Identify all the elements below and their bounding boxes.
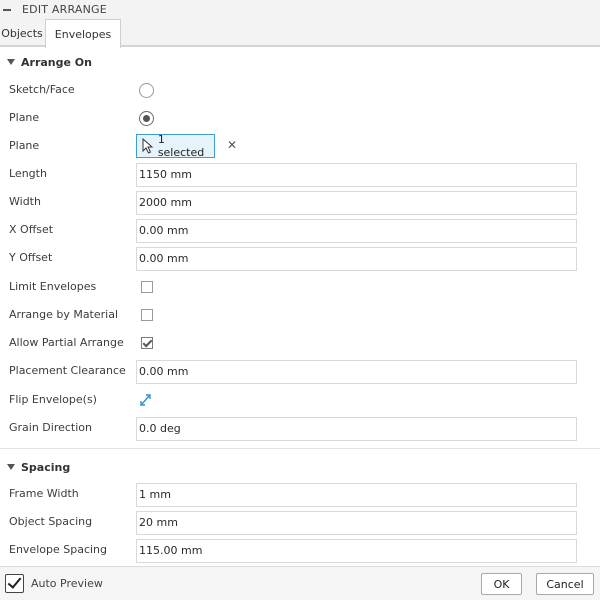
row-y-offset: Y Offset 0.00 mm bbox=[0, 244, 600, 272]
section-title: Arrange On bbox=[21, 55, 92, 69]
row-flip-envelopes: Flip Envelope(s) bbox=[0, 386, 600, 414]
row-arrange-by-material: Arrange by Material bbox=[0, 301, 600, 329]
plane-radio-label: Plane bbox=[9, 111, 40, 124]
frame-width-label: Frame Width bbox=[9, 487, 79, 500]
plane-select-label: Plane bbox=[9, 139, 40, 152]
section-divider bbox=[0, 448, 600, 449]
frame-width-input[interactable]: 1 mm bbox=[136, 483, 577, 507]
cursor-arrow-icon bbox=[142, 138, 156, 154]
grain-direction-label: Grain Direction bbox=[9, 421, 93, 434]
clear-selection-icon[interactable]: ✕ bbox=[226, 138, 238, 152]
expand-triangle-icon bbox=[7, 59, 15, 65]
flip-envelopes-label: Flip Envelope(s) bbox=[9, 393, 97, 406]
ok-button[interactable]: OK bbox=[481, 573, 522, 595]
envelope-spacing-input[interactable]: 115.00 mm bbox=[136, 539, 577, 563]
row-x-offset: X Offset 0.00 mm bbox=[0, 216, 600, 244]
flip-arrows-icon[interactable] bbox=[139, 392, 153, 408]
row-envelope-spacing: Envelope Spacing 115.00 mm bbox=[0, 536, 600, 564]
sketch-face-radio[interactable] bbox=[139, 83, 154, 98]
collapse-icon[interactable] bbox=[3, 8, 11, 11]
allow-partial-arrange-label: Allow Partial Arrange bbox=[9, 336, 124, 349]
auto-preview-label: Auto Preview bbox=[31, 577, 103, 590]
plane-selection-button[interactable]: 1 selected bbox=[136, 133, 215, 159]
limit-envelopes-checkbox[interactable] bbox=[141, 281, 153, 293]
length-input[interactable]: 1150 mm bbox=[136, 163, 577, 187]
placement-clearance-input[interactable]: 0.00 mm bbox=[136, 360, 577, 384]
section-arrange-on[interactable]: Arrange On bbox=[0, 49, 600, 75]
row-grain-direction: Grain Direction 0.0 deg bbox=[0, 414, 600, 442]
placement-clearance-label: Placement Clearance bbox=[9, 364, 126, 377]
section-spacing[interactable]: Spacing bbox=[0, 454, 600, 480]
object-spacing-label: Object Spacing bbox=[9, 515, 93, 528]
sketch-face-label: Sketch/Face bbox=[9, 83, 75, 96]
tab-bar: Objects Envelopes bbox=[0, 19, 600, 48]
x-offset-label: X Offset bbox=[9, 223, 54, 236]
grain-direction-input[interactable]: 0.0 deg bbox=[136, 417, 577, 441]
arrange-by-material-checkbox[interactable] bbox=[141, 309, 153, 321]
x-offset-input[interactable]: 0.00 mm bbox=[136, 219, 577, 243]
length-label: Length bbox=[9, 167, 47, 180]
row-width: Width 2000 mm bbox=[0, 188, 600, 216]
dialog-footer: Auto Preview OK Cancel bbox=[0, 566, 600, 600]
row-plane-radio: Plane bbox=[0, 104, 600, 132]
dialog-titlebar: EDIT ARRANGE bbox=[0, 0, 600, 19]
width-label: Width bbox=[9, 195, 41, 208]
arrange-by-material-label: Arrange by Material bbox=[9, 308, 119, 321]
limit-envelopes-label: Limit Envelopes bbox=[9, 280, 97, 293]
row-plane-select: Plane 1 selected ✕ bbox=[0, 132, 600, 160]
row-object-spacing: Object Spacing 20 mm bbox=[0, 508, 600, 536]
y-offset-input[interactable]: 0.00 mm bbox=[136, 247, 577, 271]
cancel-button[interactable]: Cancel bbox=[536, 573, 594, 595]
plane-radio[interactable] bbox=[139, 111, 154, 126]
tab-envelopes[interactable]: Envelopes bbox=[45, 19, 121, 48]
section-title: Spacing bbox=[21, 460, 71, 474]
row-length: Length 1150 mm bbox=[0, 160, 600, 188]
row-placement-clearance: Placement Clearance 0.00 mm bbox=[0, 357, 600, 385]
row-limit-envelopes: Limit Envelopes bbox=[0, 273, 600, 301]
width-input[interactable]: 2000 mm bbox=[136, 191, 577, 215]
y-offset-label: Y Offset bbox=[9, 251, 53, 264]
auto-preview-checkbox[interactable] bbox=[5, 574, 24, 593]
plane-selection-value: 1 selected bbox=[157, 133, 205, 159]
row-frame-width: Frame Width 1 mm bbox=[0, 480, 600, 508]
row-allow-partial-arrange: Allow Partial Arrange bbox=[0, 329, 600, 357]
envelope-spacing-label: Envelope Spacing bbox=[9, 543, 107, 556]
tab-objects[interactable]: Objects bbox=[0, 19, 44, 47]
allow-partial-arrange-checkbox[interactable] bbox=[141, 337, 153, 349]
object-spacing-input[interactable]: 20 mm bbox=[136, 511, 577, 535]
expand-triangle-icon bbox=[7, 464, 15, 470]
row-sketch-face: Sketch/Face bbox=[0, 76, 600, 104]
dialog-title: EDIT ARRANGE bbox=[22, 3, 107, 16]
